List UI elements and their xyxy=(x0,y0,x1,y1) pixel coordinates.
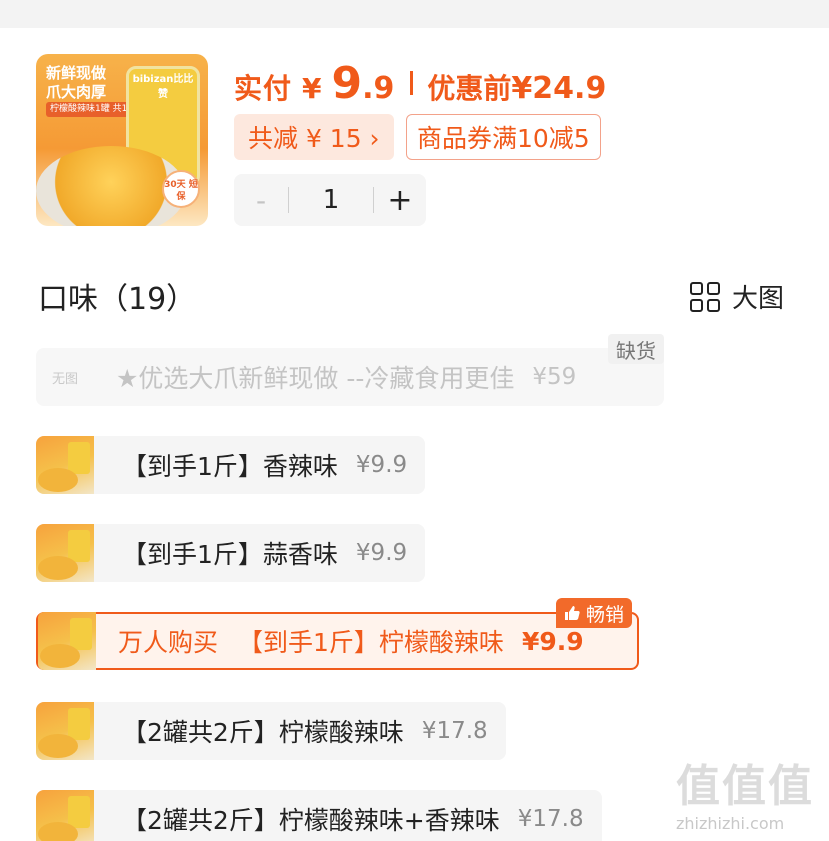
decrease-button[interactable]: - xyxy=(234,184,288,217)
option-item[interactable]: 【2罐共2斤】柠檬酸辣味+香辣味 ¥17.8 xyxy=(36,790,602,841)
option-price: ¥9.9 xyxy=(355,452,408,478)
watermark: 值值值 zhizhizhi.com xyxy=(676,761,826,834)
flavor-section-title: 口味（19） xyxy=(38,282,197,317)
quantity-value[interactable]: 1 xyxy=(289,185,373,215)
watermark-logo: 值值值 xyxy=(676,761,814,812)
top-strip xyxy=(0,0,829,28)
option-price: ¥17.8 xyxy=(517,806,584,832)
price-currency: ¥ xyxy=(302,72,322,105)
product-image[interactable]: 新鲜现做 爪大肉厚 柠檬酸辣味1罐 共1斤 bibizan比比赞 30天 短保 xyxy=(36,54,208,226)
option-thumbnail xyxy=(38,612,96,670)
option-item[interactable]: 【2罐共2斤】柠檬酸辣味 ¥17.8 xyxy=(36,702,506,760)
best-seller-badge: 畅销 xyxy=(556,598,633,628)
option-thumbnail xyxy=(36,524,94,582)
original-price-label: 优惠前 xyxy=(427,72,512,105)
savings-button[interactable]: 共减 ¥ 15 › xyxy=(234,114,394,160)
option-thumbnail xyxy=(36,436,94,494)
option-item-selected[interactable]: 万人购买 【到手1斤】柠檬酸辣味 ¥9.9 xyxy=(36,612,639,670)
best-seller-prefix: 万人购买 xyxy=(118,628,219,657)
option-label: 【到手1斤】香辣味 xyxy=(122,452,338,481)
slogan-line-2: 爪大肉厚 xyxy=(46,83,107,101)
option-label: 【2罐共2斤】柠檬酸辣味+香辣味 xyxy=(122,806,500,835)
grid-icon xyxy=(690,281,720,312)
sku-selector-panel: 新鲜现做 爪大肉厚 柠檬酸辣味1罐 共1斤 bibizan比比赞 30天 短保 … xyxy=(0,0,829,841)
coupon-tag: 商品券满10减5 xyxy=(406,114,601,160)
option-label: ★优选大爪新鲜现做 --冷藏食用更佳 xyxy=(116,364,515,393)
price-label: 实付 xyxy=(234,72,293,105)
large-image-toggle[interactable]: 大图 xyxy=(690,278,784,315)
option-unavailable: 无图 ★优选大爪新鲜现做 --冷藏食用更佳 ¥59 xyxy=(36,348,664,406)
option-item[interactable]: 【到手1斤】蒜香味 ¥9.9 xyxy=(36,524,426,582)
price-decimal: .9 xyxy=(362,71,395,106)
no-image-placeholder: 无图 xyxy=(51,371,78,387)
thumbs-up-icon xyxy=(565,606,580,620)
best-seller-label: 畅销 xyxy=(586,603,625,626)
price-integer: 9 xyxy=(331,58,363,109)
option-label: 【到手1斤】蒜香味 xyxy=(122,540,338,569)
product-brand: bibizan比比赞 xyxy=(132,74,194,100)
option-item[interactable]: 【到手1斤】香辣味 ¥9.9 xyxy=(36,436,426,494)
option-label: 【2罐共2斤】柠檬酸辣味 xyxy=(122,718,404,747)
option-price: ¥59 xyxy=(532,364,577,390)
increase-button[interactable]: + xyxy=(374,183,426,218)
slogan-line-1: 新鲜现做 xyxy=(46,64,107,82)
price-separator xyxy=(410,71,414,95)
view-toggle-label: 大图 xyxy=(732,284,785,314)
option-price: ¥9.9 xyxy=(521,626,584,656)
option-thumbnail xyxy=(36,702,94,760)
quantity-stepper: - 1 + xyxy=(234,174,426,226)
option-thumbnail xyxy=(36,790,94,841)
option-price: ¥9.9 xyxy=(355,540,408,566)
original-price: ¥24.9 xyxy=(511,71,607,106)
price-row: 实付 ¥ 9 .9 优惠前 ¥24.9 xyxy=(234,58,607,109)
watermark-url: zhizhizhi.com xyxy=(676,814,785,833)
option-label: 【到手1斤】柠檬酸辣味 xyxy=(238,628,504,657)
option-price: ¥17.8 xyxy=(421,718,488,744)
shelf-life-badge: 30天 短保 xyxy=(162,170,200,208)
out-of-stock-badge: 缺货 xyxy=(608,334,664,364)
product-image-slogan: 新鲜现做 爪大肉厚 xyxy=(46,64,106,102)
